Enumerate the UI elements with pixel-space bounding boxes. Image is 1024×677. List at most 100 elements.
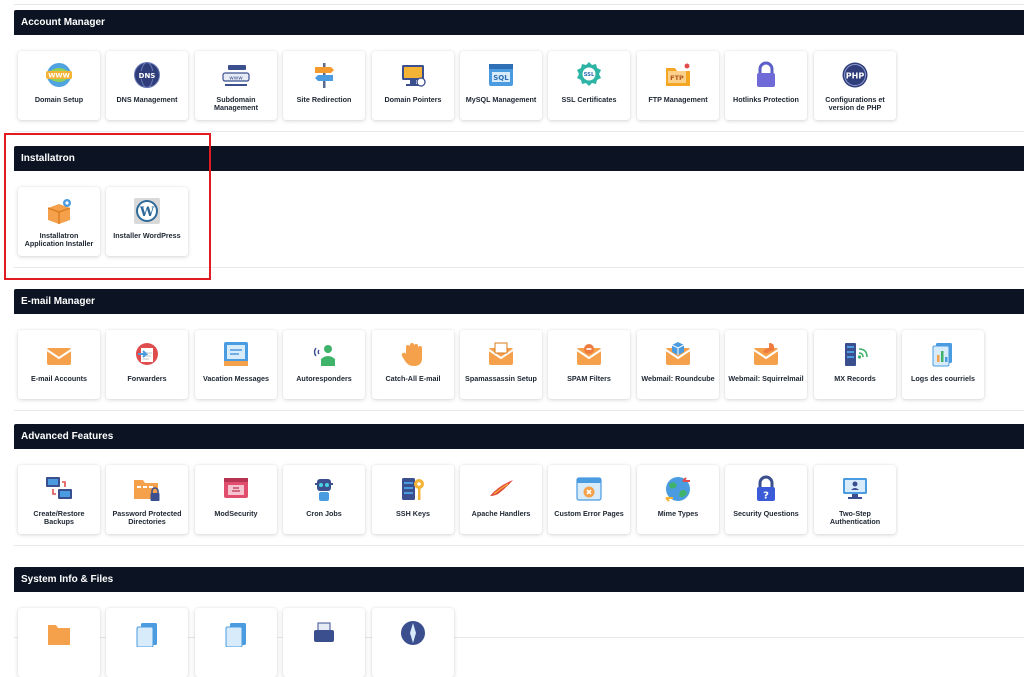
section-system-info-files: System Info & Files — [14, 567, 1024, 677]
www-globe-icon: WWW — [46, 63, 72, 87]
section-advanced-features: Advanced Features Create/Restore Backups P… — [14, 424, 1024, 546]
tile-doc-stack-icon[interactable] — [106, 608, 188, 677]
tile-label: Installer WordPress — [113, 231, 181, 240]
tile-installatron-application-installer[interactable]: Installatron Application Installer — [18, 187, 100, 256]
mx-server-icon — [845, 343, 868, 366]
tile-catch-all-e-mail[interactable]: Catch-All E-mail — [372, 330, 454, 399]
mail-logs-icon — [932, 343, 952, 367]
tile-label: Custom Error Pages — [554, 509, 624, 518]
svg-text:?: ? — [763, 491, 769, 502]
tile-apache-handlers[interactable]: Apache Handlers — [460, 465, 542, 534]
tile-label: Password Protected Directories — [112, 509, 182, 526]
modsecurity-icon — [224, 478, 248, 498]
section-header[interactable]: Installatron — [14, 146, 1024, 171]
tile-label: SPAM Filters — [567, 374, 611, 383]
section-header[interactable]: Advanced Features — [14, 424, 1024, 449]
tile-logs-des-courriels[interactable]: Logs des courriels — [902, 330, 984, 399]
tile-label: Configurations et version de PHP — [825, 95, 885, 112]
svg-text:SQL: SQL — [493, 74, 509, 82]
tile-dns-management[interactable]: DNS DNS Management — [106, 51, 188, 120]
section-header[interactable]: System Info & Files — [14, 567, 1024, 592]
tile-ssl-certificates[interactable]: SSL SSL Certificates — [548, 51, 630, 120]
tile-label: FTP Management — [648, 95, 708, 104]
tile-label: Installatron Application Installer — [24, 231, 94, 248]
tile-spam-filters[interactable]: SPAM Filters — [548, 330, 630, 399]
tile-label: ModSecurity — [214, 509, 258, 518]
tile-label: Autoresponders — [296, 374, 352, 383]
subdomain-icon: www — [222, 65, 250, 86]
tile-hotlinks-protection[interactable]: Hotlinks Protection — [725, 51, 807, 120]
spam-filter-icon — [576, 344, 602, 365]
svg-text:PHP: PHP — [846, 71, 865, 80]
tile-label: DNS Management — [116, 95, 178, 104]
section-installatron: Installatron Installatron Application Ins… — [14, 146, 1024, 268]
protected-folder-icon — [134, 480, 160, 501]
svg-text:SSL: SSL — [584, 72, 595, 78]
tile-domain-setup[interactable]: WWW Domain Setup — [18, 51, 100, 120]
tile-security-questions[interactable]: ? Security Questions — [725, 465, 807, 534]
tile-label: Mime Types — [657, 509, 699, 518]
tile-create-restore-backups[interactable]: Create/Restore Backups — [18, 465, 100, 534]
tile-label: Domain Setup — [34, 95, 84, 104]
tile-autoresponders[interactable]: Autoresponders — [283, 330, 365, 399]
tile-mx-records[interactable]: MX Records — [814, 330, 896, 399]
question-lock-icon: ? — [757, 475, 775, 502]
tile-label: Apache Handlers — [471, 509, 531, 518]
compass-icon — [401, 621, 425, 645]
folder-icon — [48, 625, 70, 645]
tile-label: Webmail: Roundcube — [641, 374, 715, 383]
tile-label: Domain Pointers — [384, 95, 442, 104]
tile-forwarders[interactable]: Forwarders — [106, 330, 188, 399]
dns-globe-icon: DNS — [134, 62, 160, 88]
tile-ftp-management[interactable]: FTP FTP Management — [637, 51, 719, 120]
tile-label: Webmail: Squirrelmail — [728, 374, 804, 383]
tile-spamassassin-setup[interactable]: Spamassassin Setup — [460, 330, 542, 399]
ftp-folder-icon: FTP — [666, 63, 690, 86]
svg-text:www: www — [229, 76, 243, 82]
tile-label: Hotlinks Protection — [733, 95, 799, 104]
tile-mime-types[interactable]: Mime Types — [637, 465, 719, 534]
tile-label: SSH Keys — [396, 509, 430, 518]
mime-globe-icon — [665, 477, 690, 502]
tile-webmail-roundcube[interactable]: Webmail: Roundcube — [637, 330, 719, 399]
php-icon: PHP — [842, 62, 868, 88]
tile-subdomain-management[interactable]: www Subdomain Management — [195, 51, 277, 120]
tile-modsecurity[interactable]: ModSecurity — [195, 465, 277, 534]
signpost-icon — [315, 63, 334, 88]
tile-ssh-keys[interactable]: SSH Keys — [372, 465, 454, 534]
hand-icon — [401, 343, 422, 366]
tile-printer-icon[interactable] — [283, 608, 365, 677]
doc-stack-icon — [136, 623, 157, 647]
tile-label: E-mail Accounts — [30, 374, 88, 383]
tile-domain-pointers[interactable]: Domain Pointers — [372, 51, 454, 120]
tile-two-step-authentication[interactable]: Two-Step Authentication — [814, 465, 896, 534]
tile-compass-icon[interactable] — [372, 608, 454, 677]
installatron-box-icon — [47, 199, 71, 224]
tile-site-redirection[interactable]: Site Redirection — [283, 51, 365, 120]
tile-label: Subdomain Management — [214, 95, 258, 112]
tile-doc-stack-icon[interactable] — [195, 608, 277, 677]
tile-folder-icon[interactable] — [18, 608, 100, 677]
svg-text:DNS: DNS — [139, 72, 156, 80]
tile-custom-error-pages[interactable]: Custom Error Pages — [548, 465, 630, 534]
backup-monitors-icon — [46, 477, 72, 499]
tile-label: Site Redirection — [296, 95, 352, 104]
doc-stack-icon — [225, 623, 246, 647]
svg-text:FTP: FTP — [670, 74, 684, 82]
tile-cron-jobs[interactable]: Cron Jobs — [283, 465, 365, 534]
tile-mysql-management[interactable]: SQL MySQL Management — [460, 51, 542, 120]
section-header[interactable]: Account Manager — [14, 10, 1024, 35]
printer-icon — [314, 622, 334, 642]
tile-label: Security Questions — [733, 509, 799, 518]
tile-password-protected-directories[interactable]: Password Protected Directories — [106, 465, 188, 534]
top-divider — [14, 0, 1024, 5]
tile-configurations-et-version-de-php[interactable]: PHP Configurations et version de PHP — [814, 51, 896, 120]
tile-vacation-messages[interactable]: Vacation Messages — [195, 330, 277, 399]
section-header[interactable]: E-mail Manager — [14, 289, 1024, 314]
domain-pointer-icon — [402, 65, 426, 87]
vacation-message-icon — [224, 342, 248, 366]
tile-installer-wordpress[interactable]: W Installer WordPress — [106, 187, 188, 256]
tile-webmail-squirrelmail[interactable]: Webmail: Squirrelmail — [725, 330, 807, 399]
tile-e-mail-accounts[interactable]: E-mail Accounts — [18, 330, 100, 399]
tile-label: MX Records — [834, 374, 876, 383]
